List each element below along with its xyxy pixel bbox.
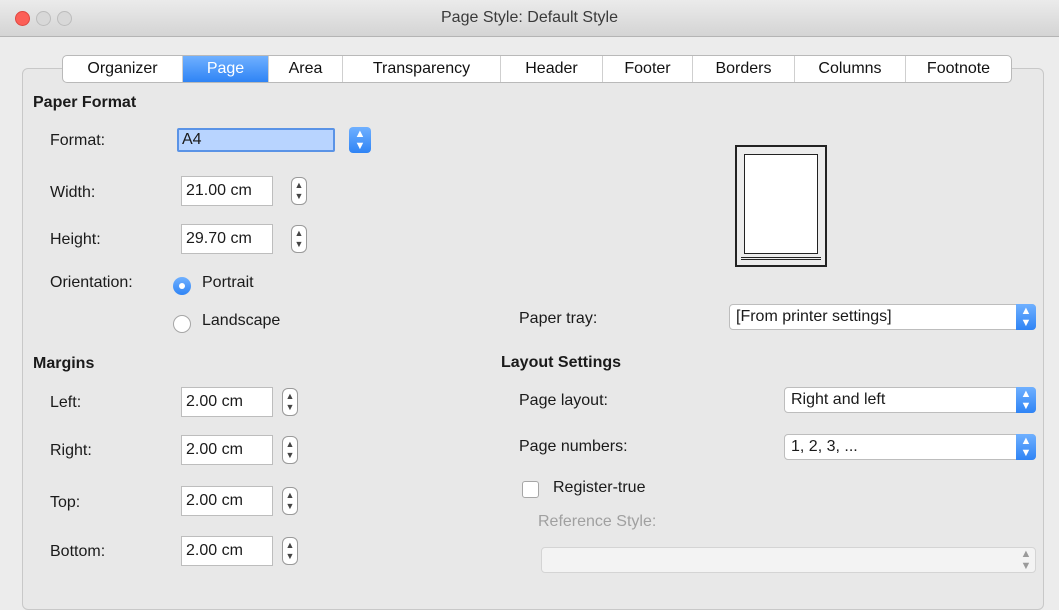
tab-footnote[interactable]: Footnote — [906, 56, 1011, 82]
tab-content-panel — [22, 68, 1044, 610]
paper-tray-select[interactable]: [From printer settings] ▲ ▼ — [729, 304, 1036, 330]
page-layout-label: Page layout: — [519, 392, 608, 409]
tab-header[interactable]: Header — [501, 56, 603, 82]
tab-columns[interactable]: Columns — [795, 56, 906, 82]
paper-tray-dropdown-arrow-icon: ▲ ▼ — [1016, 304, 1036, 330]
tab-borders[interactable]: Borders — [693, 56, 795, 82]
tab-bar: Organizer Page Area Transparency Header … — [62, 55, 1012, 83]
right-margin-stepper-icon[interactable]: ▲ ▼ — [282, 436, 298, 464]
height-value: 29.70 cm — [186, 230, 252, 247]
format-dropdown-arrow-icon[interactable]: ▲ ▼ — [349, 127, 371, 153]
portrait-radio[interactable] — [173, 277, 191, 295]
width-value: 21.00 cm — [186, 182, 252, 199]
bottom-margin-input[interactable]: 2.00 cm — [181, 536, 273, 566]
title-bar: Page Style: Default Style — [0, 0, 1059, 37]
page-layout-dropdown-arrow-icon: ▲ ▼ — [1016, 387, 1036, 413]
margins-heading: Margins — [33, 355, 95, 372]
page-preview — [735, 145, 827, 267]
paper-tray-label: Paper tray: — [519, 310, 598, 327]
width-stepper-icon[interactable]: ▲ ▼ — [291, 177, 307, 205]
height-stepper-icon[interactable]: ▲ ▼ — [291, 225, 307, 253]
reference-style-label: Reference Style: — [538, 513, 657, 530]
tab-page[interactable]: Page — [183, 56, 269, 82]
format-select[interactable]: A4 — [177, 128, 335, 152]
landscape-radio[interactable] — [173, 315, 191, 333]
page-layout-select[interactable]: Right and left ▲ ▼ — [784, 387, 1036, 413]
page-numbers-value: 1, 2, 3, ... — [791, 438, 858, 455]
tab-footer[interactable]: Footer — [603, 56, 693, 82]
register-true-checkbox[interactable] — [522, 481, 539, 498]
right-margin-label: Right: — [50, 442, 92, 459]
top-margin-value: 2.00 cm — [186, 492, 243, 509]
window-title: Page Style: Default Style — [441, 9, 618, 26]
layout-settings-heading: Layout Settings — [501, 354, 622, 371]
page-preview-shadow — [741, 257, 821, 260]
reference-style-select[interactable]: ▲ ▼ — [541, 547, 1036, 573]
page-preview-sheet — [744, 154, 818, 254]
left-margin-label: Left: — [50, 394, 82, 411]
format-value: A4 — [182, 131, 202, 148]
tab-organizer[interactable]: Organizer — [63, 56, 183, 82]
tab-area[interactable]: Area — [269, 56, 343, 82]
left-margin-input[interactable]: 2.00 cm — [181, 387, 273, 417]
left-margin-value: 2.00 cm — [186, 393, 243, 410]
page-numbers-dropdown-arrow-icon: ▲ ▼ — [1016, 434, 1036, 460]
portrait-label: Portrait — [202, 274, 254, 291]
height-label: Height: — [50, 231, 101, 248]
paper-tray-value: [From printer settings] — [736, 308, 892, 325]
paper-format-heading: Paper Format — [33, 94, 137, 111]
bottom-margin-label: Bottom: — [50, 543, 106, 560]
tab-transparency[interactable]: Transparency — [343, 56, 501, 82]
page-numbers-select[interactable]: 1, 2, 3, ... ▲ ▼ — [784, 434, 1036, 460]
width-input[interactable]: 21.00 cm — [181, 176, 273, 206]
format-label: Format: — [50, 132, 106, 149]
orientation-label: Orientation: — [50, 274, 133, 291]
bottom-margin-value: 2.00 cm — [186, 542, 243, 559]
reference-style-dropdown-arrow-icon: ▲ ▼ — [1020, 548, 1032, 572]
right-margin-input[interactable]: 2.00 cm — [181, 435, 273, 465]
width-label: Width: — [50, 184, 96, 201]
landscape-label: Landscape — [202, 312, 281, 329]
top-margin-label: Top: — [50, 494, 81, 511]
bottom-margin-stepper-icon[interactable]: ▲ ▼ — [282, 537, 298, 565]
page-layout-value: Right and left — [791, 391, 886, 408]
height-input[interactable]: 29.70 cm — [181, 224, 273, 254]
page-numbers-label: Page numbers: — [519, 438, 628, 455]
top-margin-input[interactable]: 2.00 cm — [181, 486, 273, 516]
register-true-label: Register-true — [553, 479, 646, 496]
top-margin-stepper-icon[interactable]: ▲ ▼ — [282, 487, 298, 515]
left-margin-stepper-icon[interactable]: ▲ ▼ — [282, 388, 298, 416]
right-margin-value: 2.00 cm — [186, 441, 243, 458]
